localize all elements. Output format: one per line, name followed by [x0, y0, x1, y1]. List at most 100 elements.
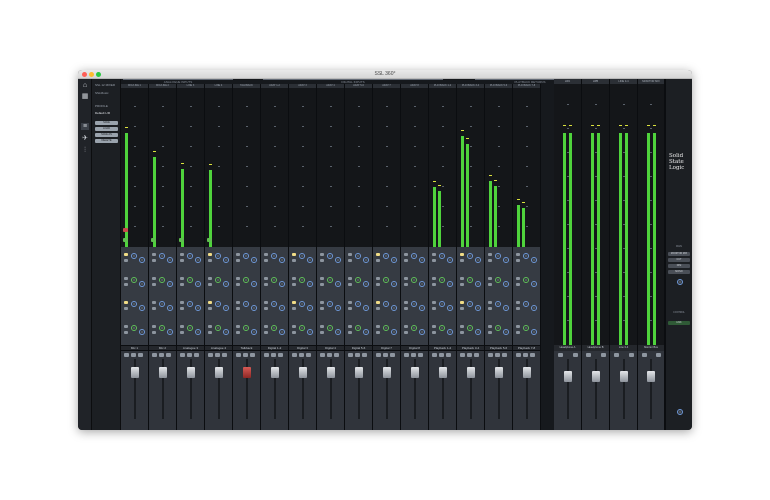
toggle-button[interactable]	[152, 331, 156, 334]
solo-button[interactable]	[404, 353, 409, 357]
toggle-button[interactable]	[376, 307, 380, 310]
fader-cap[interactable]	[158, 367, 167, 378]
pan-knob[interactable]	[307, 281, 313, 287]
link-button[interactable]	[334, 353, 339, 357]
toggle-button[interactable]	[264, 331, 268, 334]
mute-button[interactable]	[495, 353, 500, 357]
mute-button[interactable]	[467, 353, 472, 357]
toggle-button[interactable]	[488, 259, 492, 262]
pan-knob[interactable]	[167, 329, 173, 335]
send-knob[interactable]	[299, 277, 305, 283]
send-knob[interactable]	[327, 325, 333, 331]
mute-button[interactable]	[558, 353, 563, 357]
fader-cap[interactable]	[186, 367, 195, 378]
pan-knob[interactable]	[503, 281, 509, 287]
send-knob[interactable]	[215, 325, 221, 331]
mono-button[interactable]: MONO	[668, 270, 690, 274]
send-knob[interactable]	[327, 253, 333, 259]
toggle-button[interactable]	[348, 331, 352, 334]
toggle-button[interactable]	[348, 253, 352, 256]
save-button[interactable]: SAVE	[95, 121, 118, 125]
input-enable-button[interactable]	[151, 238, 156, 242]
pan-knob[interactable]	[307, 257, 313, 263]
toggle-button[interactable]	[460, 307, 464, 310]
send-knob[interactable]	[439, 301, 445, 307]
toggle-button[interactable]	[124, 331, 128, 334]
pan-knob[interactable]	[419, 281, 425, 287]
toggle-button[interactable]	[516, 283, 520, 286]
toggle-button[interactable]	[516, 307, 520, 310]
fader-cap[interactable]	[214, 367, 223, 378]
send-knob[interactable]	[243, 277, 249, 283]
toggle-button[interactable]	[488, 301, 492, 304]
toggle-button[interactable]	[432, 277, 436, 280]
solo-button[interactable]	[348, 353, 353, 357]
input-enable-button[interactable]	[123, 238, 128, 242]
pan-knob[interactable]	[251, 257, 257, 263]
toggle-button[interactable]	[152, 307, 156, 310]
pan-knob[interactable]	[391, 281, 397, 287]
solo-button[interactable]	[264, 353, 269, 357]
pan-knob[interactable]	[447, 281, 453, 287]
send-knob[interactable]	[187, 301, 193, 307]
fader-cap[interactable]	[242, 367, 251, 378]
profile-select[interactable]: Default L/R	[95, 111, 110, 115]
pan-knob[interactable]	[251, 281, 257, 287]
record-arm-button[interactable]	[123, 228, 128, 232]
pan-knob[interactable]	[279, 329, 285, 335]
monitor-mix-button[interactable]: MONITOR MIX	[668, 252, 690, 256]
send-knob[interactable]	[523, 325, 529, 331]
toggle-button[interactable]	[404, 325, 408, 328]
toggle-button[interactable]	[208, 331, 212, 334]
pan-knob[interactable]	[531, 329, 537, 335]
toggle-button[interactable]	[208, 259, 212, 262]
send-knob[interactable]	[159, 301, 165, 307]
send-knob[interactable]	[467, 253, 473, 259]
settings-icon[interactable]: ⫶	[81, 147, 89, 154]
pan-knob[interactable]	[223, 281, 229, 287]
pan-knob[interactable]	[475, 281, 481, 287]
toggle-button[interactable]	[152, 253, 156, 256]
toggle-button[interactable]	[320, 259, 324, 262]
toggle-button[interactable]	[180, 307, 184, 310]
toggle-button[interactable]	[376, 259, 380, 262]
mute-button[interactable]	[642, 353, 647, 357]
monitor-level-knob[interactable]	[677, 279, 683, 285]
toggle-button[interactable]	[432, 301, 436, 304]
send-knob[interactable]	[187, 325, 193, 331]
send-knob[interactable]	[495, 301, 501, 307]
toggle-button[interactable]	[152, 301, 156, 304]
toggle-button[interactable]	[516, 325, 520, 328]
input-enable-button[interactable]	[207, 238, 212, 242]
pan-knob[interactable]	[307, 305, 313, 311]
send-knob[interactable]	[299, 301, 305, 307]
mute-button[interactable]	[159, 353, 164, 357]
send-knob[interactable]	[131, 277, 137, 283]
toggle-button[interactable]	[404, 253, 408, 256]
send-knob[interactable]	[523, 277, 529, 283]
toggle-button[interactable]	[236, 253, 240, 256]
toggle-button[interactable]	[488, 325, 492, 328]
pan-knob[interactable]	[475, 257, 481, 263]
pan-knob[interactable]	[307, 329, 313, 335]
fader-cap[interactable]	[438, 367, 447, 378]
pan-knob[interactable]	[251, 329, 257, 335]
fader-cap[interactable]	[522, 367, 531, 378]
mute-button[interactable]	[243, 353, 248, 357]
load-button[interactable]: LOAD	[95, 127, 118, 131]
pan-knob[interactable]	[279, 305, 285, 311]
solo-button[interactable]	[180, 353, 185, 357]
pan-knob[interactable]	[139, 257, 145, 263]
pan-knob[interactable]	[447, 257, 453, 263]
toggle-button[interactable]	[404, 301, 408, 304]
home-icon[interactable]: ⌂	[81, 82, 89, 89]
send-knob[interactable]	[411, 277, 417, 283]
toggle-button[interactable]	[152, 277, 156, 280]
send-knob[interactable]	[411, 253, 417, 259]
toggle-button[interactable]	[460, 301, 464, 304]
pan-knob[interactable]	[503, 305, 509, 311]
pan-knob[interactable]	[363, 281, 369, 287]
send-knob[interactable]	[299, 325, 305, 331]
toggle-button[interactable]	[264, 283, 268, 286]
toggle-button[interactable]	[460, 277, 464, 280]
